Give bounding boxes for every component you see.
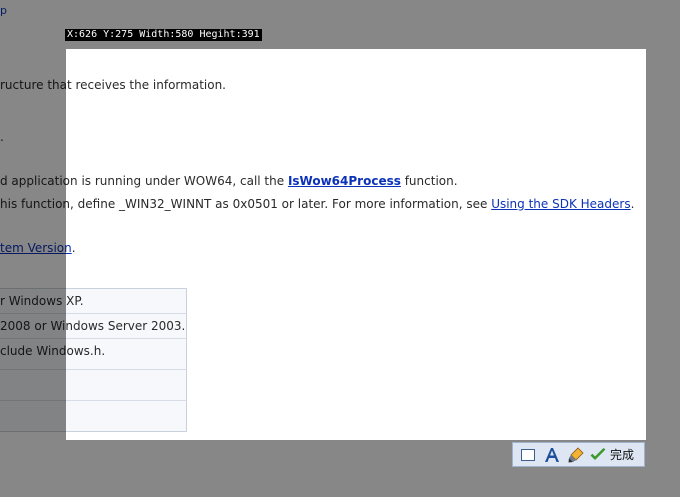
capture-toolbar: 完成: [512, 442, 645, 467]
rectangle-icon: [521, 448, 535, 461]
dim-overlay-left: [0, 49, 66, 440]
selection-readout: X:626 Y:275 Width:580 Hegiht:391: [65, 29, 262, 41]
dim-overlay-top: [0, 0, 680, 49]
done-button[interactable]: 完成: [589, 445, 634, 465]
iswow64process-link[interactable]: IsWow64Process: [288, 174, 401, 188]
brush-tool-button[interactable]: [564, 445, 588, 465]
text-line-4: his function, define _WIN32_WINNT as 0x0…: [0, 196, 634, 212]
text-line-3: d application is running under WOW64, ca…: [0, 173, 458, 189]
brush-icon: [568, 446, 584, 462]
text-line-3-suffix: function.: [400, 174, 458, 188]
text-tool-button[interactable]: [540, 445, 564, 465]
text-line-5-suffix: .: [71, 241, 76, 255]
done-label: 完成: [610, 448, 635, 462]
text-line-4-prefix: his function, define _WIN32_WINNT as 0x0…: [0, 197, 492, 211]
sdk-headers-link[interactable]: Using the SDK Headers: [491, 197, 630, 211]
dim-overlay-right: [646, 49, 680, 440]
underlying-page: p ructure that receives the information.…: [0, 0, 680, 497]
text-icon: [545, 447, 559, 462]
checkmark-icon: [590, 447, 606, 460]
rectangle-tool-button[interactable]: [516, 445, 540, 465]
text-line-4-suffix: .: [630, 197, 635, 211]
